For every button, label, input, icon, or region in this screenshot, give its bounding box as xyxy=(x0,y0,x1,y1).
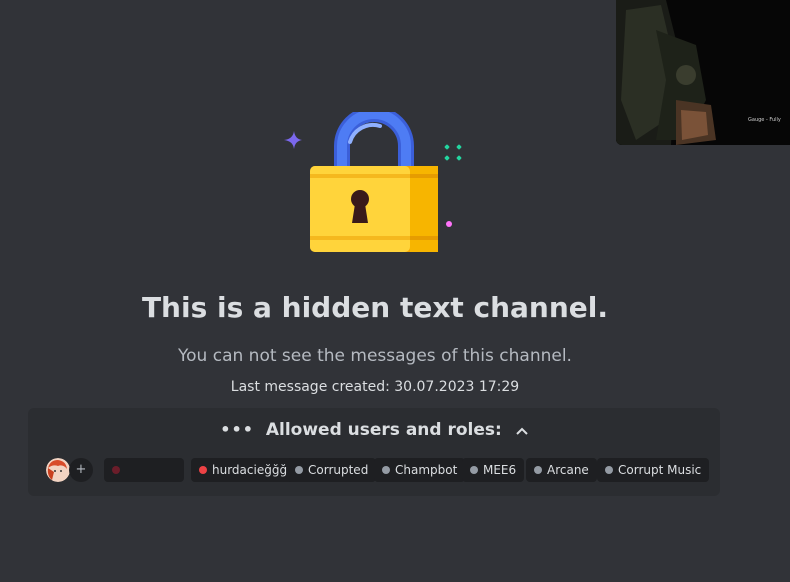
role-color-dot xyxy=(112,465,120,474)
video-caption: Gauge - Fully xyxy=(748,117,781,123)
role-pill[interactable] xyxy=(104,458,184,482)
lock-illustration xyxy=(280,106,470,262)
avatar[interactable] xyxy=(46,458,70,482)
page-subtitle: You can not see the messages of this cha… xyxy=(178,346,572,366)
role-pill[interactable]: hurdacieğğğ xyxy=(191,458,296,482)
video-frame xyxy=(616,0,790,145)
chevron-up-icon xyxy=(516,418,528,442)
ellipsis-icon: ••• xyxy=(220,420,254,439)
allowed-users-panel: ••• Allowed users and roles: + hurdacieğ… xyxy=(28,408,720,496)
add-member-button[interactable]: + xyxy=(69,458,93,482)
role-pill[interactable]: MEE6 xyxy=(462,458,525,482)
allowed-users-header: Allowed users and roles: xyxy=(265,420,502,440)
sparkle-cross-icon xyxy=(444,144,462,161)
last-message-info: Last message created: 30.07.2023 17:29 xyxy=(230,379,520,395)
role-label: Arcane xyxy=(547,463,589,477)
role-pill[interactable]: Champbot xyxy=(374,458,466,482)
role-label: Corrupt Music xyxy=(618,463,702,477)
role-color-dot xyxy=(534,465,542,474)
role-label: hurdacieğğğ xyxy=(212,463,288,477)
role-color-dot xyxy=(295,465,303,474)
video-overlay[interactable]: Gauge - Fully xyxy=(616,0,790,145)
role-label: Champbot xyxy=(395,463,458,477)
role-pill[interactable]: Corrupt Music xyxy=(597,458,710,482)
role-label: MEE6 xyxy=(483,463,517,477)
role-color-dot xyxy=(605,465,613,474)
allowed-users-toggle[interactable]: ••• Allowed users and roles: xyxy=(28,418,720,442)
sparkle-star-icon xyxy=(284,131,302,149)
hidden-channel-view: Gauge - Fully This is a hidden text chan… xyxy=(0,0,790,582)
role-color-dot xyxy=(382,465,390,474)
role-pill[interactable]: Arcane xyxy=(526,458,597,482)
role-pill[interactable]: Corrupted xyxy=(287,458,377,482)
role-color-dot xyxy=(470,465,478,474)
page-title: This is a hidden text channel. xyxy=(141,291,609,324)
role-color-dot xyxy=(199,465,207,474)
sparkle-dot-icon xyxy=(446,221,452,227)
role-label: Corrupted xyxy=(308,463,369,477)
